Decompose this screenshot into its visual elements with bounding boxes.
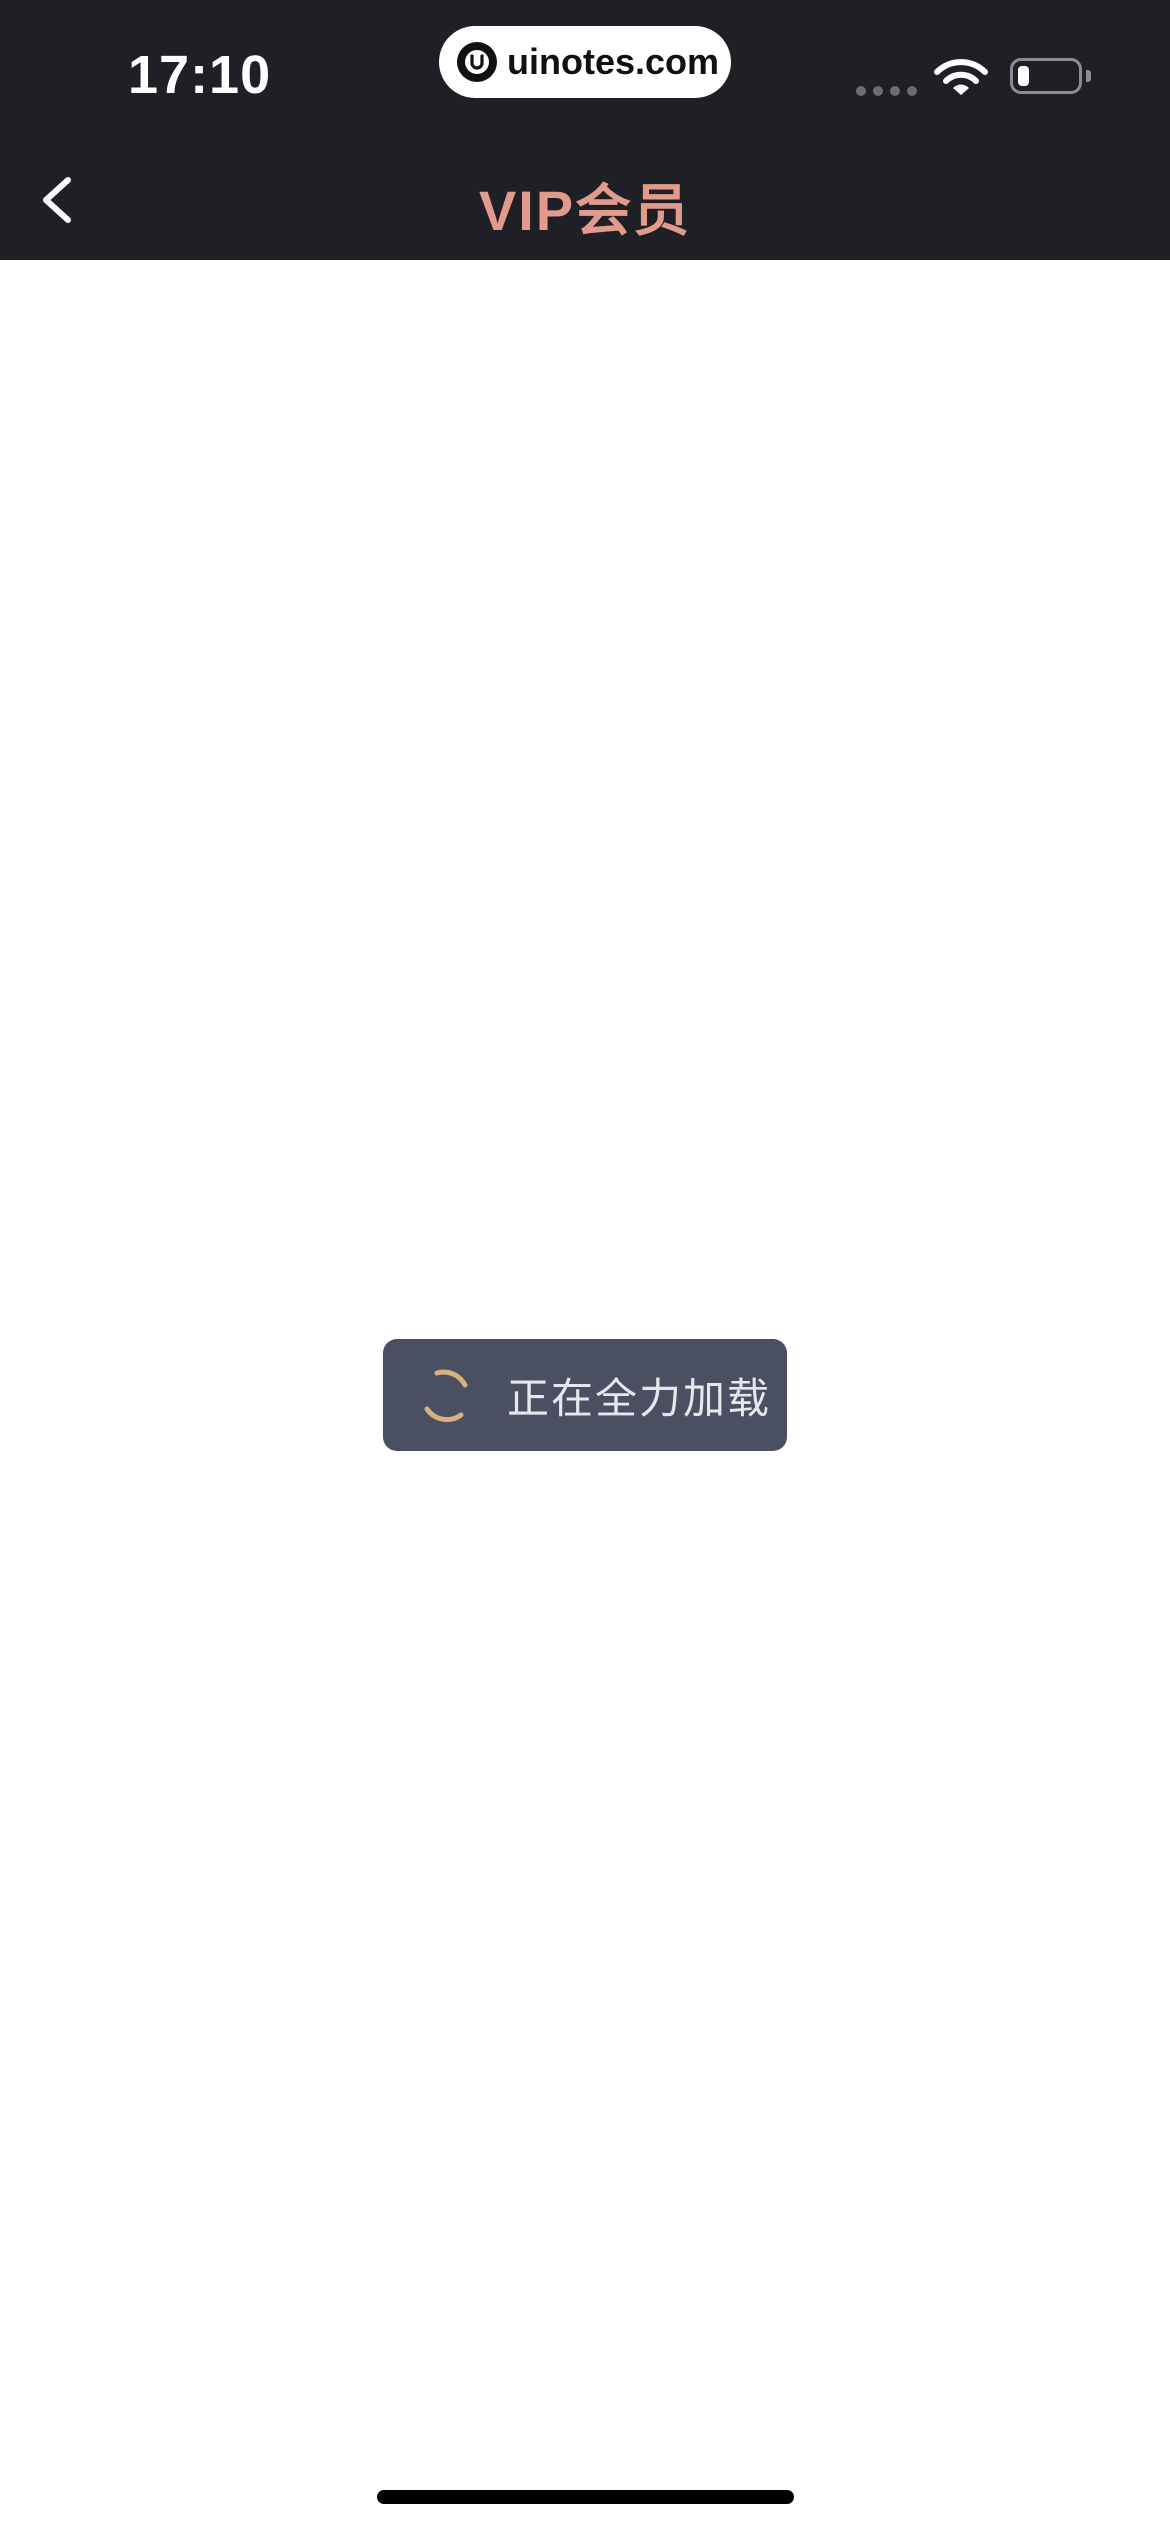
site-logo-icon [457, 42, 497, 82]
loading-text: 正在全力加载 [507, 1374, 772, 1422]
logo-u-icon [465, 50, 489, 74]
battery-cap [1086, 70, 1091, 82]
loading-spinner-icon [424, 1369, 468, 1423]
wifi-icon [934, 59, 988, 95]
loading-toast: 正在全力加载 [383, 1339, 787, 1451]
screen: 17:10 uinotes.com VIP会员 正在全力加载 [0, 0, 1170, 2532]
url-text: uinotes.com [507, 41, 720, 82]
url-pill[interactable]: uinotes.com [439, 26, 731, 98]
battery-level [1018, 66, 1029, 86]
battery-icon [1010, 58, 1082, 94]
cellular-signal-icon [856, 86, 917, 96]
header: 17:10 uinotes.com VIP会员 [0, 0, 1170, 260]
page-title: VIP会员 [478, 179, 692, 242]
home-indicator[interactable] [377, 2490, 794, 2504]
status-time: 17:10 [128, 45, 272, 105]
